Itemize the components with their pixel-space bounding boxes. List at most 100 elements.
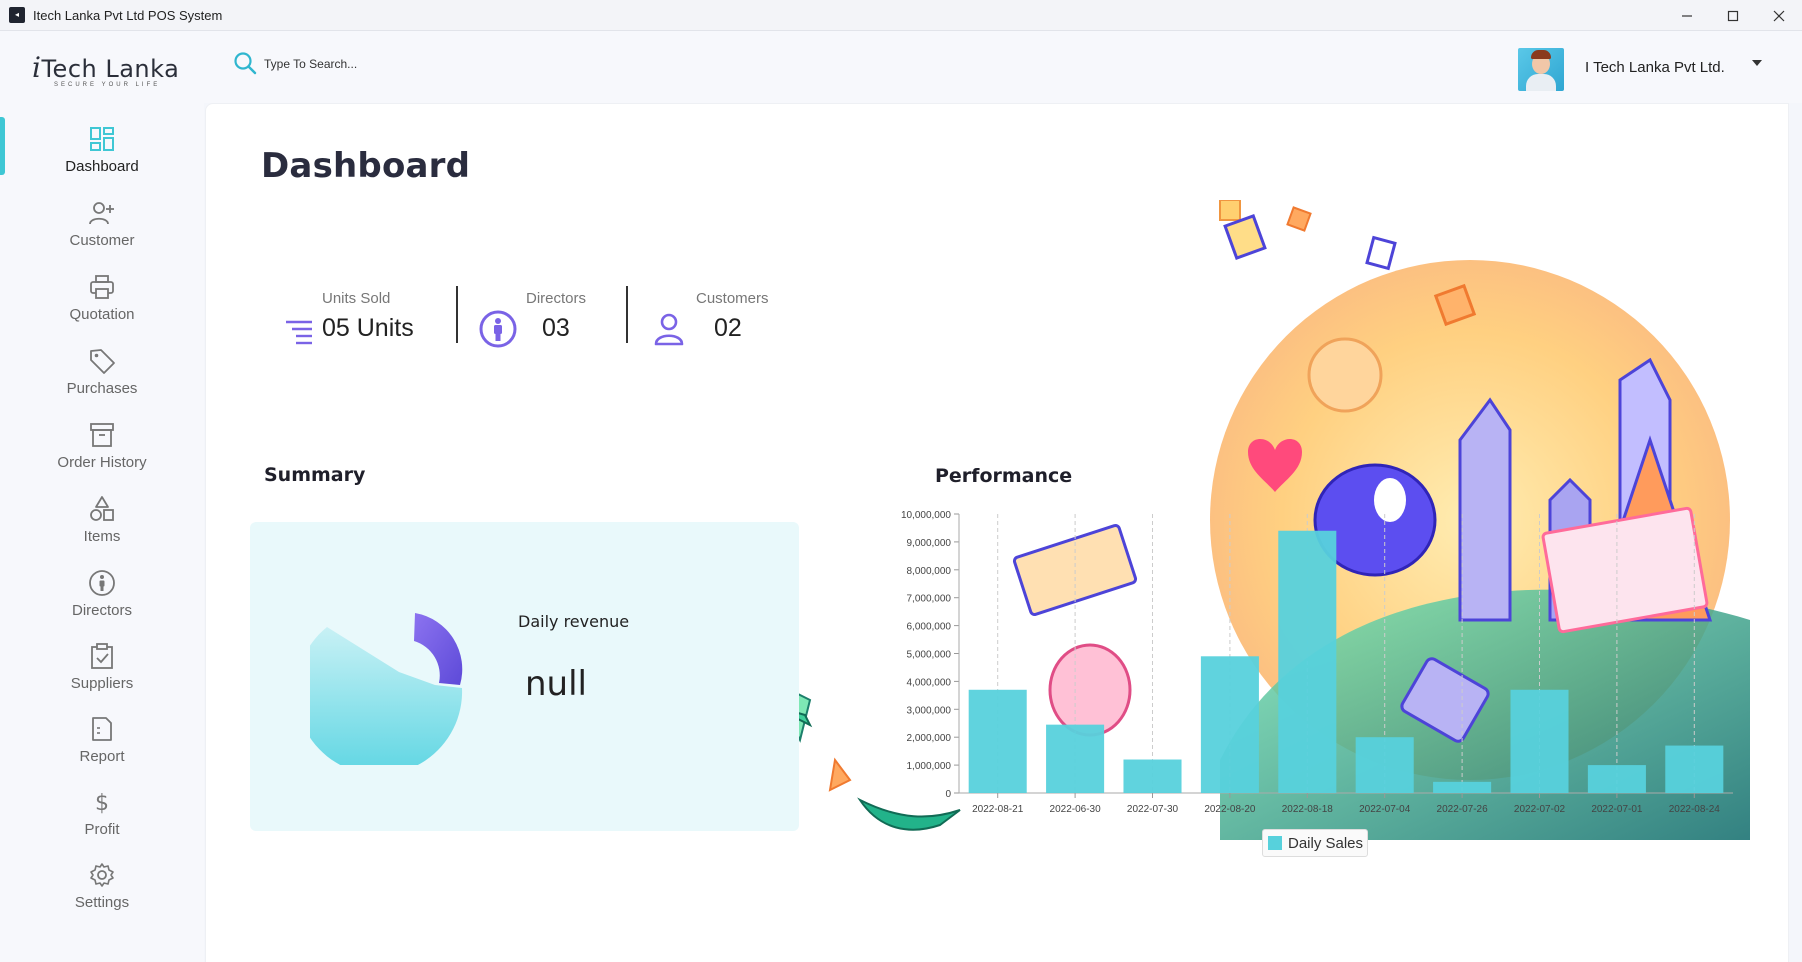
summary-title: Summary	[264, 464, 366, 486]
sidebar-item-purchases[interactable]: Purchases	[40, 347, 164, 411]
chart-legend[interactable]: Daily Sales	[1262, 829, 1368, 857]
person-icon	[654, 313, 684, 346]
y-tick-label: 9,000,000	[907, 538, 952, 549]
sidebar-item-label: Quotation	[69, 306, 135, 323]
stat-label: Units Sold	[322, 290, 391, 307]
search-input[interactable]	[264, 51, 564, 77]
sidebar-item-label: Order History	[57, 454, 147, 471]
grid-icon	[90, 127, 114, 151]
company-name[interactable]: I Tech Lanka Pvt Ltd.	[1585, 59, 1725, 76]
sidebar-item-label: Profit	[84, 821, 120, 838]
stat-label: Directors	[526, 290, 587, 307]
chart-bar	[1665, 745, 1724, 793]
daily-revenue-label: Daily revenue	[518, 612, 630, 631]
y-tick-label: 5,000,000	[907, 650, 952, 661]
x-tick-label: 2022-07-01	[1591, 804, 1643, 815]
sidebar-item-label: Customer	[69, 232, 135, 249]
avatar[interactable]	[1518, 48, 1564, 91]
chart-bar	[1278, 530, 1337, 793]
stat-value: 05 Units	[322, 314, 414, 342]
x-tick-label: 2022-08-18	[1282, 804, 1334, 815]
minimize-icon[interactable]	[1664, 0, 1710, 31]
archive-icon	[90, 423, 114, 447]
sidebar-item-profit[interactable]: $ Profit	[40, 788, 164, 852]
maximize-icon[interactable]	[1710, 0, 1756, 31]
chart-bar	[1510, 689, 1569, 793]
chart-bar	[1355, 737, 1414, 793]
stat-directors: Directors 03	[478, 282, 628, 348]
dollar-icon: $	[95, 791, 109, 816]
info-person-icon	[89, 570, 115, 596]
add-user-icon	[89, 202, 114, 225]
chevron-down-icon[interactable]	[1752, 60, 1762, 66]
legend-swatch	[1268, 836, 1282, 850]
app-icon: ◂	[9, 7, 25, 23]
y-tick-label: 1,000,000	[907, 761, 952, 772]
chart-bar	[1200, 656, 1259, 793]
stat-value: 02	[714, 314, 742, 342]
x-tick-label: 2022-07-26	[1437, 804, 1489, 815]
list-icon	[286, 320, 312, 345]
sidebar-item-directors[interactable]: Directors	[40, 569, 164, 633]
chart-bar	[1046, 724, 1105, 793]
window-title: Itech Lanka Pvt Ltd POS System	[33, 7, 223, 23]
stat-divider	[626, 286, 628, 343]
sidebar-item-report[interactable]: Report	[40, 715, 164, 779]
window-titlebar: ◂ Itech Lanka Pvt Ltd POS System	[0, 0, 1802, 31]
sidebar-item-items[interactable]: Items	[40, 495, 164, 559]
y-tick-label: 7,000,000	[907, 594, 952, 605]
x-tick-label: 2022-07-30	[1127, 804, 1179, 815]
close-icon[interactable]	[1756, 0, 1802, 31]
shapes-icon	[90, 496, 114, 521]
y-tick-label: 4,000,000	[907, 677, 952, 688]
y-tick-label: 8,000,000	[907, 566, 952, 577]
legend-label: Daily Sales	[1288, 834, 1364, 852]
stat-customers: Customers 02	[654, 282, 804, 346]
chart-bar	[968, 689, 1027, 793]
sidebar-item-label: Directors	[71, 602, 132, 619]
brand-logo[interactable]: iTech Lanka SECURE YOUR LIFE	[32, 51, 179, 88]
search-icon[interactable]	[232, 51, 258, 77]
y-tick-label: 2,000,000	[907, 733, 952, 744]
x-tick-label: 2022-08-20	[1204, 804, 1256, 815]
stat-units-sold: Units Sold 05 Units	[284, 282, 444, 345]
document-icon	[92, 717, 112, 741]
stat-value: 03	[542, 314, 570, 342]
sidebar-item-label: Report	[79, 748, 125, 765]
sidebar-item-label: Purchases	[66, 380, 138, 397]
x-tick-label: 2022-06-30	[1050, 804, 1102, 815]
revenue-pie-chart	[310, 613, 463, 765]
performance-chart: 0 1,000,000 2,000,000 3,000,000 4,000,000 5,0…	[901, 510, 1733, 815]
sidebar-item-label: Suppliers	[70, 675, 134, 692]
sidebar-item-settings[interactable]: Settings	[40, 861, 164, 925]
printer-icon	[90, 275, 114, 299]
y-tick-label: 0	[945, 789, 951, 800]
logo-text: Tech Lanka	[41, 55, 180, 83]
performance-title: Performance	[935, 465, 1073, 487]
chart-bar	[1433, 781, 1492, 793]
stat-divider	[456, 286, 458, 343]
sidebar-item-customer[interactable]: Customer	[40, 199, 164, 263]
y-tick-label: 10,000,000	[901, 510, 951, 521]
sidebar-item-label: Items	[83, 528, 121, 545]
info-person-icon	[479, 310, 517, 348]
active-indicator	[0, 117, 5, 175]
svg-text:$: $	[95, 791, 109, 816]
sidebar-item-order-history[interactable]: Order History	[40, 421, 164, 485]
chart-bar	[1123, 759, 1182, 793]
page-title: Dashboard	[261, 146, 471, 186]
stat-label: Customers	[696, 290, 769, 307]
clipboard-check-icon	[91, 643, 113, 669]
sidebar-item-label: Settings	[74, 894, 130, 911]
daily-revenue-value: null	[525, 664, 587, 704]
sidebar-item-suppliers[interactable]: Suppliers	[40, 642, 164, 706]
x-tick-label: 2022-07-04	[1359, 804, 1411, 815]
y-tick-label: 3,000,000	[907, 705, 952, 716]
sidebar-item-quotation[interactable]: Quotation	[40, 273, 164, 337]
x-tick-label: 2022-08-21	[972, 804, 1024, 815]
chart-bar	[1587, 765, 1646, 793]
tag-icon	[90, 349, 115, 374]
sidebar-item-dashboard[interactable]: Dashboard	[40, 125, 164, 189]
gear-icon	[90, 863, 114, 887]
y-tick-label: 6,000,000	[907, 622, 952, 633]
